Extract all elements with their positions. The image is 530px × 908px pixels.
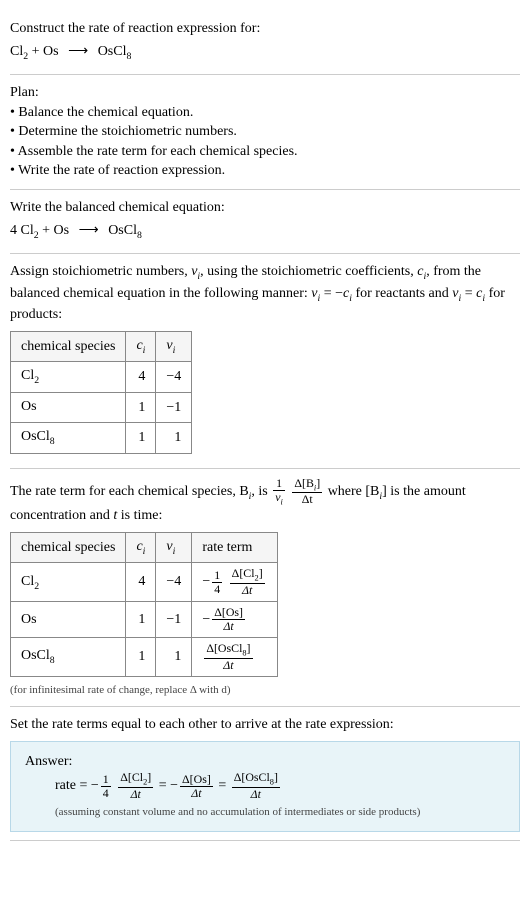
cell-ci: 1 bbox=[126, 638, 156, 677]
infinitesimal-note: (for infinitesimal rate of change, repla… bbox=[10, 683, 520, 698]
species-oscl8: OsCl8 bbox=[108, 223, 142, 238]
species-cl2: Cl2 bbox=[10, 44, 28, 59]
col-nui: νi bbox=[156, 331, 192, 362]
cell-nui: −1 bbox=[156, 602, 192, 638]
rateterm-table: chemical species ci νi rate term Cl2 4 −… bbox=[10, 532, 278, 677]
species-os: Os bbox=[54, 223, 70, 238]
cell-ci: 4 bbox=[126, 362, 156, 393]
rate-expression: rate = −14 Δ[Cl2]Δt = −Δ[Os]Δt = Δ[OsCl8… bbox=[55, 771, 505, 801]
plan-item: Write the rate of reaction expression. bbox=[10, 161, 520, 181]
cell-ci: 1 bbox=[126, 423, 156, 454]
cell-nui: 1 bbox=[156, 638, 192, 677]
cell-ci: 1 bbox=[126, 392, 156, 423]
cell-ci: 1 bbox=[126, 602, 156, 638]
col-species: chemical species bbox=[11, 532, 126, 563]
fraction: Δ[Bi]Δt bbox=[292, 477, 322, 507]
species-os: Os bbox=[43, 44, 59, 59]
cell-species: OsCl8 bbox=[11, 638, 126, 677]
cell-ci: 4 bbox=[126, 563, 156, 602]
arrow-icon: ⟶ bbox=[79, 221, 99, 241]
cell-nui: −4 bbox=[156, 563, 192, 602]
rateterm-text: The rate term for each chemical species,… bbox=[10, 477, 520, 526]
final-section: Set the rate terms equal to each other t… bbox=[10, 707, 520, 840]
final-intro: Set the rate terms equal to each other t… bbox=[10, 715, 520, 735]
cell-species: OsCl8 bbox=[11, 423, 126, 454]
answer-label: Answer: bbox=[25, 752, 505, 772]
cell-species: Cl2 bbox=[11, 563, 126, 602]
stoich-table: chemical species ci νi Cl2 4 −4 Os 1 −1 … bbox=[10, 331, 192, 454]
cell-nui: −4 bbox=[156, 362, 192, 393]
cell-nui: 1 bbox=[156, 423, 192, 454]
species-oscl8: OsCl8 bbox=[98, 44, 132, 59]
answer-box: Answer: rate = −14 Δ[Cl2]Δt = −Δ[Os]Δt =… bbox=[10, 741, 520, 832]
col-ci: ci bbox=[126, 331, 156, 362]
plan-item: Balance the chemical equation. bbox=[10, 103, 520, 123]
col-nui: νi bbox=[156, 532, 192, 563]
plan-item: Assemble the rate term for each chemical… bbox=[10, 142, 520, 162]
table-row: Os 1 −1 −Δ[Os]Δt bbox=[11, 602, 278, 638]
prompt-section: Construct the rate of reaction expressio… bbox=[10, 8, 520, 75]
col-species: chemical species bbox=[11, 331, 126, 362]
plan-item: Determine the stoichiometric numbers. bbox=[10, 122, 520, 142]
plan-list: Balance the chemical equation. Determine… bbox=[10, 103, 520, 181]
cell-rate: −14 Δ[Cl2]Δt bbox=[192, 563, 277, 602]
fraction: 1νi bbox=[273, 477, 285, 507]
cell-species: Os bbox=[11, 602, 126, 638]
assign-text: Assign stoichiometric numbers, νi, using… bbox=[10, 262, 520, 325]
table-row: Cl2 4 −4 −14 Δ[Cl2]Δt bbox=[11, 563, 278, 602]
balanced-intro: Write the balanced chemical equation: bbox=[10, 198, 520, 218]
table-header-row: chemical species ci νi rate term bbox=[11, 532, 278, 563]
plan-section: Plan: Balance the chemical equation. Det… bbox=[10, 75, 520, 190]
plan-title: Plan: bbox=[10, 83, 520, 103]
table-row: Cl2 4 −4 bbox=[11, 362, 192, 393]
table-row: OsCl8 1 1 Δ[OsCl8]Δt bbox=[11, 638, 278, 677]
col-ci: ci bbox=[126, 532, 156, 563]
species-cl2: Cl2 bbox=[21, 223, 39, 238]
balanced-equation: 4 Cl2 + Os ⟶ OsCl8 bbox=[10, 221, 520, 243]
balanced-section: Write the balanced chemical equation: 4 … bbox=[10, 190, 520, 254]
plus-sign: + bbox=[28, 44, 43, 59]
cell-rate: Δ[OsCl8]Δt bbox=[192, 638, 277, 677]
assumption-note: (assuming constant volume and no accumul… bbox=[55, 805, 505, 820]
arrow-icon: ⟶ bbox=[68, 42, 88, 62]
cell-nui: −1 bbox=[156, 392, 192, 423]
cell-species: Os bbox=[11, 392, 126, 423]
table-header-row: chemical species ci νi bbox=[11, 331, 192, 362]
cell-species: Cl2 bbox=[11, 362, 126, 393]
rateterm-section: The rate term for each chemical species,… bbox=[10, 469, 520, 708]
coefficient: 4 bbox=[10, 223, 21, 238]
assign-section: Assign stoichiometric numbers, νi, using… bbox=[10, 254, 520, 469]
cell-rate: −Δ[Os]Δt bbox=[192, 602, 277, 638]
prompt-text: Construct the rate of reaction expressio… bbox=[10, 19, 520, 39]
col-rate: rate term bbox=[192, 532, 277, 563]
table-row: OsCl8 1 1 bbox=[11, 423, 192, 454]
plus-sign: + bbox=[39, 223, 54, 238]
table-row: Os 1 −1 bbox=[11, 392, 192, 423]
unbalanced-equation: Cl2 + Os ⟶ OsCl8 bbox=[10, 42, 520, 64]
